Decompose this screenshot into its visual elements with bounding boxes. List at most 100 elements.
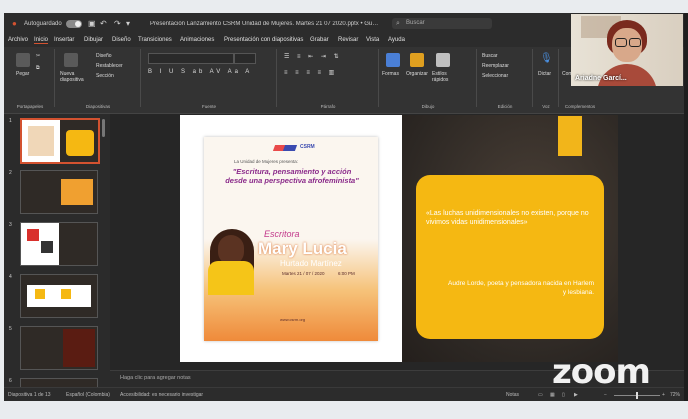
autosave-toggle[interactable] <box>66 20 82 28</box>
search-icon: ⌕ <box>396 20 400 27</box>
font-name-field[interactable] <box>148 53 234 64</box>
zoom-watermark-logo: zoom <box>552 352 651 392</box>
zoom-slider-thumb[interactable] <box>636 392 638 399</box>
language-indicator[interactable]: Español (Colombia) <box>66 392 110 398</box>
replace-button[interactable]: Reemplazar <box>482 63 509 69</box>
redo-icon[interactable]: ↷ <box>114 19 121 28</box>
slide-thumbnail-1[interactable] <box>20 118 100 164</box>
shapes-icon[interactable] <box>386 53 400 67</box>
tab-vista[interactable]: Vista <box>366 37 379 43</box>
tab-animaciones[interactable]: Animaciones <box>180 37 214 43</box>
glasses-icon <box>629 38 641 47</box>
clipboard-label: Portapapeles <box>16 104 44 109</box>
slide-thumbnail-4[interactable] <box>20 274 98 318</box>
thumb-number: 3 <box>9 222 12 228</box>
tab-diseno[interactable]: Diseño <box>112 37 131 43</box>
arrange-icon[interactable] <box>410 53 424 67</box>
tab-transiciones[interactable]: Transiciones <box>138 37 172 43</box>
new-slide-button[interactable]: Nueva diapositiva <box>60 71 90 83</box>
addins-label: Complementos <box>564 104 596 109</box>
tab-insertar[interactable]: Insertar <box>54 37 74 43</box>
align-buttons[interactable]: ≡ ≡ ≡ ≡ ▥ <box>284 69 337 76</box>
quick-styles-icon[interactable] <box>436 53 450 67</box>
tab-archivo[interactable]: Archivo <box>8 37 28 43</box>
quote-box: «Las luchas unidimensionales no existen,… <box>416 175 604 339</box>
zoom-in-icon[interactable]: + <box>662 392 665 398</box>
zoom-level[interactable]: 72% <box>670 392 680 398</box>
slide-thumbnail-pane: 1 2 3 4 5 6 <box>4 114 108 387</box>
slide-thumbnail-5[interactable] <box>20 326 98 370</box>
thumb-number: 5 <box>9 326 12 332</box>
slide-counter: Diapositiva 1 de 13 <box>8 392 51 398</box>
quick-styles-button[interactable]: Estilos rápidos <box>432 71 462 83</box>
voice-label: Voz <box>542 104 550 109</box>
notes-placeholder: Haga clic para agregar notas <box>120 375 191 381</box>
font-size-field[interactable] <box>234 53 256 64</box>
select-button[interactable]: Seleccionar <box>482 73 508 79</box>
layout-button[interactable]: Diseño <box>96 53 112 59</box>
current-slide[interactable]: CSRM La Unidad de Mujeres presenta: "Esc… <box>180 115 618 362</box>
screen: ● Autoguardado ▣ ↶ ↷ ▾ Presentación Lanz… <box>0 0 688 419</box>
font-format-buttons[interactable]: B I U S ab AV Aa A <box>148 69 252 75</box>
slide-thumbnail-3[interactable] <box>20 222 98 266</box>
tab-revisar[interactable]: Revisar <box>338 37 358 43</box>
search-placeholder: Buscar <box>406 20 425 26</box>
thumb-number: 2 <box>9 170 12 176</box>
tab-inicio[interactable]: Inicio <box>34 37 49 44</box>
document-title: Presentación Lanzamiento CSRM Unidad de … <box>150 21 380 27</box>
dictate-button[interactable]: Dictar <box>538 71 551 77</box>
clipboard-group: Pegar ✂ ⧉ Portapapeles <box>6 49 55 109</box>
poster-time: 6:00 PM <box>338 271 355 276</box>
slides-label: Diapositivas <box>85 104 111 109</box>
slide-right-panel: «Las luchas unidimensionales no existen,… <box>402 115 618 362</box>
poster-headline: "Escritura, pensamiento y acción desde u… <box>225 167 359 185</box>
thumbnail-scrollbar[interactable] <box>102 119 105 137</box>
editing-group: Buscar Reemplazar Seleccionar Edición <box>478 49 533 109</box>
zoom-out-icon[interactable]: − <box>604 392 607 398</box>
tab-ayuda[interactable]: Ayuda <box>388 37 405 43</box>
thumb-number: 6 <box>9 378 12 384</box>
arrange-button[interactable]: Organizar <box>406 71 428 77</box>
tab-dibujar[interactable]: Dibujar <box>84 37 103 43</box>
save-icon[interactable]: ▣ <box>88 19 96 28</box>
thumb-number: 1 <box>9 118 12 124</box>
drawing-label: Dibujo <box>421 104 435 109</box>
voice-group: 🎙 Dictar Voz <box>534 49 559 109</box>
copy-icon[interactable]: ⧉ <box>36 65 40 71</box>
paste-button[interactable]: Pegar <box>16 71 29 77</box>
paste-icon[interactable] <box>16 53 30 67</box>
list-buttons[interactable]: ☰ ≡ ⇤ ⇥ ⇅ <box>284 53 342 60</box>
normal-view-icon[interactable]: ▭ <box>538 392 543 398</box>
slide-sorter-icon[interactable]: ▦ <box>550 392 555 398</box>
tab-presentacion[interactable]: Presentación con diapositivas <box>224 37 303 43</box>
find-button[interactable]: Buscar <box>482 53 498 59</box>
reading-view-icon[interactable]: ▯ <box>562 392 565 398</box>
search-box[interactable]: ⌕ Buscar <box>392 18 492 29</box>
poster-speaker-name: Mary Lucia <box>258 239 347 258</box>
poster-role: Escritora <box>264 229 300 239</box>
reset-button[interactable]: Restablecer <box>96 63 123 69</box>
drawing-group: Formas Organizar Estilos rápidos Dibujo <box>380 49 477 109</box>
editing-label: Edición <box>497 104 513 109</box>
notes-button[interactable]: Notas <box>506 392 519 398</box>
new-slide-icon[interactable] <box>64 53 78 67</box>
microphone-icon[interactable]: 🎙 <box>540 53 553 64</box>
shapes-button[interactable]: Formas <box>382 71 399 77</box>
section-button[interactable]: Sección <box>96 73 114 79</box>
cut-icon[interactable]: ✂ <box>36 53 40 59</box>
yellow-accent-bar <box>558 116 582 156</box>
slide-thumbnail-2[interactable] <box>20 170 98 214</box>
quote-text: «Las luchas unidimensionales no existen,… <box>426 210 589 226</box>
slide-thumbnail-6[interactable] <box>20 378 98 387</box>
poster-speaker-surname: Hurtado Martínez <box>280 259 342 268</box>
paragraph-label: Párrafo <box>320 104 336 109</box>
undo-icon[interactable]: ↶ <box>100 19 107 28</box>
slide-left-panel: CSRM La Unidad de Mujeres presenta: "Esc… <box>180 115 402 362</box>
customize-toolbar-icon[interactable]: ▾ <box>126 19 130 28</box>
poster-date: Martes 21 / 07 / 2020 <box>282 271 325 276</box>
glasses-icon <box>615 38 627 47</box>
accessibility-indicator[interactable]: Accesibilidad: es necesario investigar <box>120 392 203 398</box>
slideshow-icon[interactable]: ▶ <box>574 392 578 398</box>
tab-grabar[interactable]: Grabar <box>310 37 329 43</box>
powerpoint-logo-icon: ● <box>12 19 17 28</box>
